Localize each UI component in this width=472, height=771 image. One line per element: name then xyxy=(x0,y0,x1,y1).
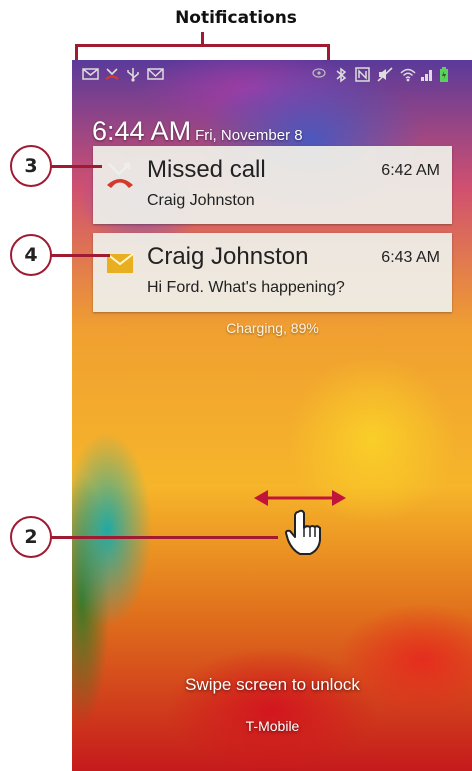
charging-status: Charging, 89% xyxy=(226,320,319,336)
usb-icon xyxy=(127,68,139,82)
status-bar xyxy=(72,60,472,90)
notification-subtitle: Hi Ford. What's happening? xyxy=(147,279,345,296)
notification-title: Craig Johnston xyxy=(147,243,309,270)
notifications-callout-bracket xyxy=(75,44,330,60)
wifi-icon xyxy=(400,68,416,82)
swipe-to-unlock-hint: Swipe screen to unlock xyxy=(185,675,360,694)
battery-icon xyxy=(440,67,448,82)
callout-4: 4 xyxy=(10,234,52,276)
notification-subtitle: Craig Johnston xyxy=(147,192,255,209)
email-notification[interactable]: Craig Johnston 6:43 AM Hi Ford. What's h… xyxy=(93,233,452,312)
bluetooth-icon xyxy=(336,67,347,83)
clock-time: 6:44 AM xyxy=(92,116,192,146)
mute-icon xyxy=(377,67,393,82)
lockscreen-clock: 6:44 AM Fri, November 8 xyxy=(92,116,303,147)
missed-call-icon xyxy=(105,68,119,80)
envelope-icon xyxy=(82,68,99,80)
callout-2: 2 xyxy=(10,516,52,558)
nfc-icon xyxy=(355,67,370,82)
notification-time: 6:43 AM xyxy=(381,249,440,266)
lock-screen[interactable]: 6:44 AM Fri, November 8 Missed call 6:42 … xyxy=(72,60,472,771)
callout-2-line xyxy=(40,536,278,539)
missed-call-notification[interactable]: Missed call 6:42 AM Craig Johnston xyxy=(93,146,452,224)
missed-call-icon xyxy=(107,162,133,188)
notifications-callout-label: Notifications xyxy=(175,8,297,28)
gmail-icon xyxy=(147,68,164,80)
eye-icon xyxy=(312,68,326,78)
clock-date: Fri, November 8 xyxy=(195,127,303,144)
carrier-name: T-Mobile xyxy=(245,718,300,734)
callout-3: 3 xyxy=(10,145,52,187)
swipe-hand-icon xyxy=(285,509,321,555)
signal-icon xyxy=(421,70,432,81)
notification-time: 6:42 AM xyxy=(381,162,440,179)
notification-title: Missed call xyxy=(147,156,266,183)
